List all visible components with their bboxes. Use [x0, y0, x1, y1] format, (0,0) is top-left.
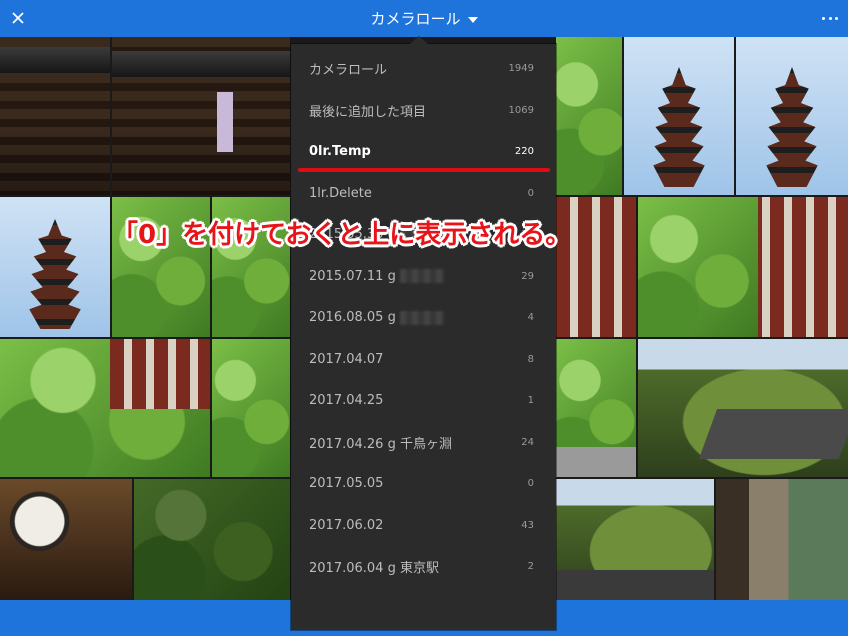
- album-item-label: 2017.04.07: [309, 351, 384, 367]
- album-item-count: 1: [527, 395, 534, 407]
- album-item-label: 1lr.Delete: [309, 185, 372, 201]
- photo-thumbnail[interactable]: [0, 339, 210, 477]
- photo-thumbnail[interactable]: [624, 37, 734, 195]
- photo-thumbnail[interactable]: [112, 37, 290, 195]
- photo-thumbnail[interactable]: [638, 339, 848, 477]
- highlight-underline: [298, 168, 550, 172]
- album-item[interactable]: 2017.05.05 0: [291, 463, 556, 505]
- photo-thumbnail[interactable]: [0, 479, 132, 600]
- album-item[interactable]: 2017.04.25 1: [291, 380, 556, 422]
- album-item-label: カメラロール: [309, 63, 388, 79]
- redacted-text: [399, 310, 444, 325]
- album-item-count: 2: [527, 561, 534, 573]
- album-dropdown: カメラロール 1949 最後に追加した項目 1069 0lr.Temp 220 1lr.De…: [291, 44, 556, 630]
- album-item[interactable]: カメラロール 1949: [291, 48, 556, 90]
- photo-thumbnail[interactable]: [556, 479, 714, 600]
- photo-thumbnail[interactable]: [716, 479, 848, 600]
- album-item-count: 29: [521, 270, 534, 282]
- album-title: カメラロール: [370, 10, 461, 28]
- photo-thumbnail[interactable]: [0, 37, 110, 195]
- photo-thumbnail[interactable]: [736, 37, 848, 195]
- annotation-text: 「0」を付けておくと上に表示される。: [112, 220, 572, 250]
- album-item[interactable]: 1lr.Delete 0: [291, 173, 556, 215]
- album-item-count: 43: [521, 519, 534, 531]
- redacted-text: [399, 269, 444, 284]
- album-item-count: 1069: [508, 104, 534, 116]
- caret-down-icon: [467, 16, 478, 23]
- photo-thumbnail[interactable]: [556, 339, 636, 477]
- album-item-label: 0lr.Temp: [309, 144, 371, 160]
- photo-thumbnail[interactable]: [134, 479, 290, 600]
- album-item-label: 2017.06.04 g 東京駅: [309, 561, 439, 577]
- album-item-count: 0: [527, 187, 534, 199]
- album-item-label: 最後に追加した項目: [309, 104, 427, 120]
- album-item-label: 2017.04.26 g 千鳥ヶ淵: [309, 436, 452, 452]
- album-item-label: 2017.06.02: [309, 517, 384, 533]
- album-item[interactable]: 2015.07.11 g 29: [291, 256, 556, 298]
- album-item-count: 1949: [508, 63, 534, 75]
- album-item[interactable]: 2017.06.02 43: [291, 505, 556, 547]
- album-item-count: 0: [527, 478, 534, 490]
- album-item-label: 2017.05.05: [309, 476, 384, 492]
- album-item-count: 24: [521, 436, 534, 448]
- photo-thumbnail[interactable]: [212, 339, 290, 477]
- album-selector[interactable]: カメラロール: [0, 0, 848, 37]
- photo-thumbnail[interactable]: [556, 37, 622, 195]
- album-item[interactable]: 最後に追加した項目 1069: [291, 90, 556, 132]
- menu-caret: [410, 36, 428, 44]
- album-item[interactable]: 0lr.Temp 220: [291, 131, 556, 173]
- album-item-label: 2016.08.05 g: [309, 310, 396, 326]
- album-item-count: 4: [527, 312, 534, 324]
- photo-thumbnail[interactable]: [638, 197, 848, 337]
- album-item-label: 2017.04.25: [309, 393, 384, 409]
- album-item[interactable]: 2017.04.26 g 千鳥ヶ淵 24: [291, 422, 556, 464]
- album-item[interactable]: 2017.06.04 g 東京駅 2: [291, 546, 556, 588]
- album-item-label: 2015.07.11 g: [309, 268, 396, 284]
- album-item[interactable]: 2016.08.05 g 4: [291, 297, 556, 339]
- album-item-count: 220: [514, 146, 534, 158]
- photo-thumbnail[interactable]: [0, 197, 110, 337]
- top-bar: カメラロール: [0, 0, 848, 37]
- album-item[interactable]: 2017.04.07 8: [291, 339, 556, 381]
- more-icon[interactable]: [822, 14, 838, 22]
- album-item-count: 8: [527, 353, 534, 365]
